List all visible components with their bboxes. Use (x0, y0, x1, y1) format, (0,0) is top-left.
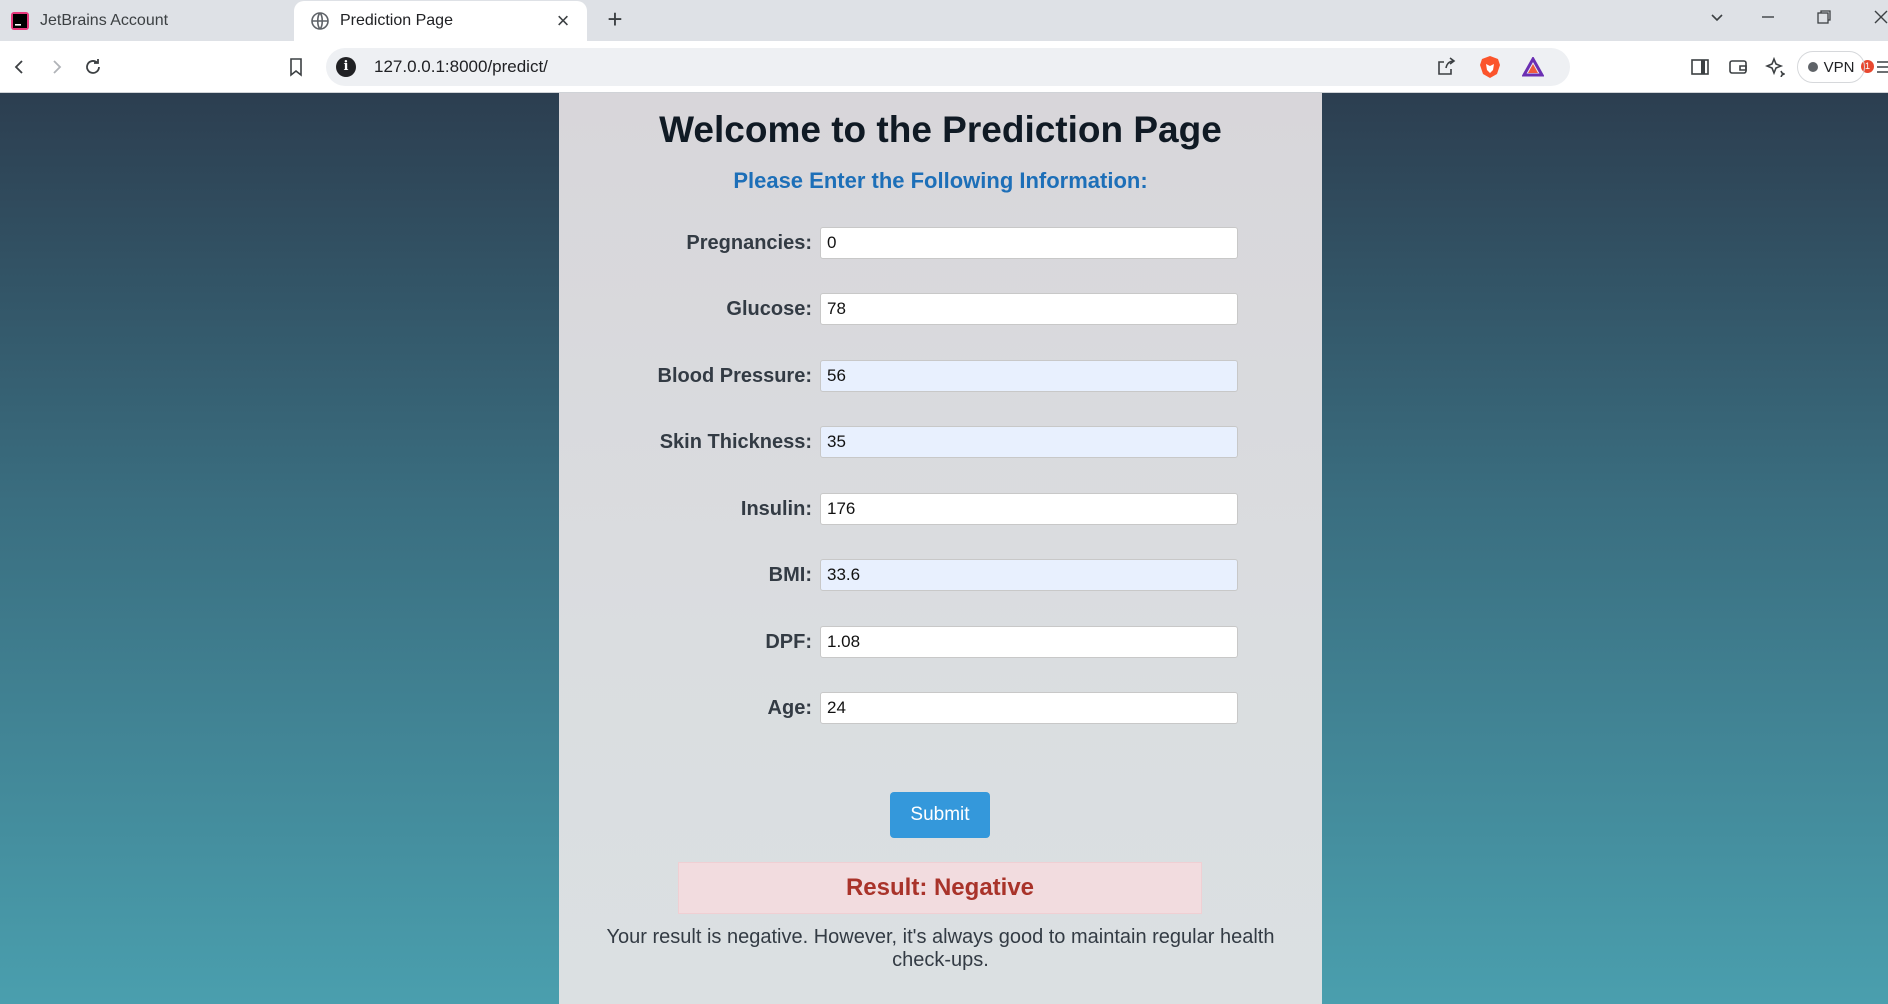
page-title: Welcome to the Prediction Page (659, 109, 1222, 150)
field-row-dpf: DPF: (559, 626, 1322, 658)
form-instructions: Please Enter the Following Information: (733, 168, 1148, 193)
sidebar-icon[interactable] (1684, 51, 1716, 83)
tab-label: JetBrains Account (40, 11, 169, 29)
age-label: Age: (767, 697, 812, 719)
tab-prediction-page[interactable]: Prediction Page × (294, 1, 587, 41)
result-banner: Result: Negative (678, 862, 1202, 914)
address-bar[interactable]: i 127.0.0.1:8000/predict/ 1 (326, 48, 1874, 86)
tab-jetbrains-account[interactable]: JetBrains Account (0, 0, 292, 41)
brave-rewards-icon[interactable] (1517, 51, 1549, 83)
insulin-label: Insulin: (740, 498, 812, 520)
tab-search-chevron-icon[interactable] (1702, 4, 1732, 34)
jetbrains-icon (10, 11, 30, 31)
leo-ai-icon[interactable] (1759, 51, 1791, 83)
browser-toolbar: i 127.0.0.1:8000/predict/ 1 VPN (0, 41, 1888, 93)
glucose-label: Glucose: (726, 298, 812, 320)
blood-pressure-input[interactable] (820, 360, 1238, 392)
blood-pressure-label: Blood Pressure: (657, 365, 812, 387)
pregnancies-input[interactable] (820, 227, 1238, 259)
glucose-input[interactable] (820, 293, 1238, 325)
menu-icon[interactable] (1868, 51, 1888, 83)
bmi-input[interactable] (820, 559, 1238, 591)
reload-icon[interactable] (77, 51, 109, 83)
site-info-icon[interactable]: i (336, 57, 356, 77)
field-row-bmi: BMI: (559, 559, 1322, 591)
field-row-age: Age: (559, 692, 1322, 724)
vpn-status-icon (1807, 62, 1818, 72)
brave-shields-icon[interactable] (1474, 51, 1506, 83)
globe-icon (310, 11, 330, 31)
close-tab-icon[interactable]: × (551, 9, 575, 33)
field-row-glucose: Glucose: (559, 293, 1322, 325)
share-icon[interactable] (1430, 51, 1462, 83)
skin-thickness-label: Skin Thickness: (659, 431, 812, 453)
url-text[interactable]: 127.0.0.1:8000/predict/ (374, 48, 548, 86)
wallet-icon[interactable] (1722, 51, 1754, 83)
close-window-icon[interactable] (1866, 4, 1888, 34)
pregnancies-label: Pregnancies: (686, 232, 812, 254)
field-row-blood-pressure: Blood Pressure: (559, 360, 1322, 392)
restore-icon[interactable] (1809, 4, 1839, 34)
page-viewport: Welcome to the Prediction Page Please En… (0, 93, 1888, 1004)
prediction-form-card: Welcome to the Prediction Page Please En… (559, 93, 1322, 1004)
field-row-skin-thickness: Skin Thickness: (559, 426, 1322, 458)
vpn-button[interactable]: VPN (1797, 51, 1865, 83)
forward-icon[interactable] (40, 51, 72, 83)
field-row-insulin: Insulin: (559, 493, 1322, 525)
dpf-label: DPF: (765, 631, 812, 653)
insulin-input[interactable] (820, 493, 1238, 525)
minimize-icon[interactable] (1753, 4, 1783, 34)
vpn-label: VPN (1823, 58, 1855, 76)
new-tab-icon[interactable]: + (600, 4, 630, 34)
field-row-pregnancies: Pregnancies: (559, 227, 1322, 259)
dpf-input[interactable] (820, 626, 1238, 658)
bmi-label: BMI: (768, 564, 812, 586)
tab-strip: JetBrains Account Prediction Page × + (0, 0, 1888, 41)
skin-thickness-input[interactable] (820, 426, 1238, 458)
back-icon[interactable] (4, 51, 36, 83)
tab-label: Prediction Page (340, 12, 453, 29)
bookmark-icon[interactable] (280, 51, 312, 83)
age-input[interactable] (820, 692, 1238, 724)
result-message: Your result is negative. However, it's a… (606, 926, 1275, 971)
submit-button[interactable]: Submit (890, 792, 990, 838)
